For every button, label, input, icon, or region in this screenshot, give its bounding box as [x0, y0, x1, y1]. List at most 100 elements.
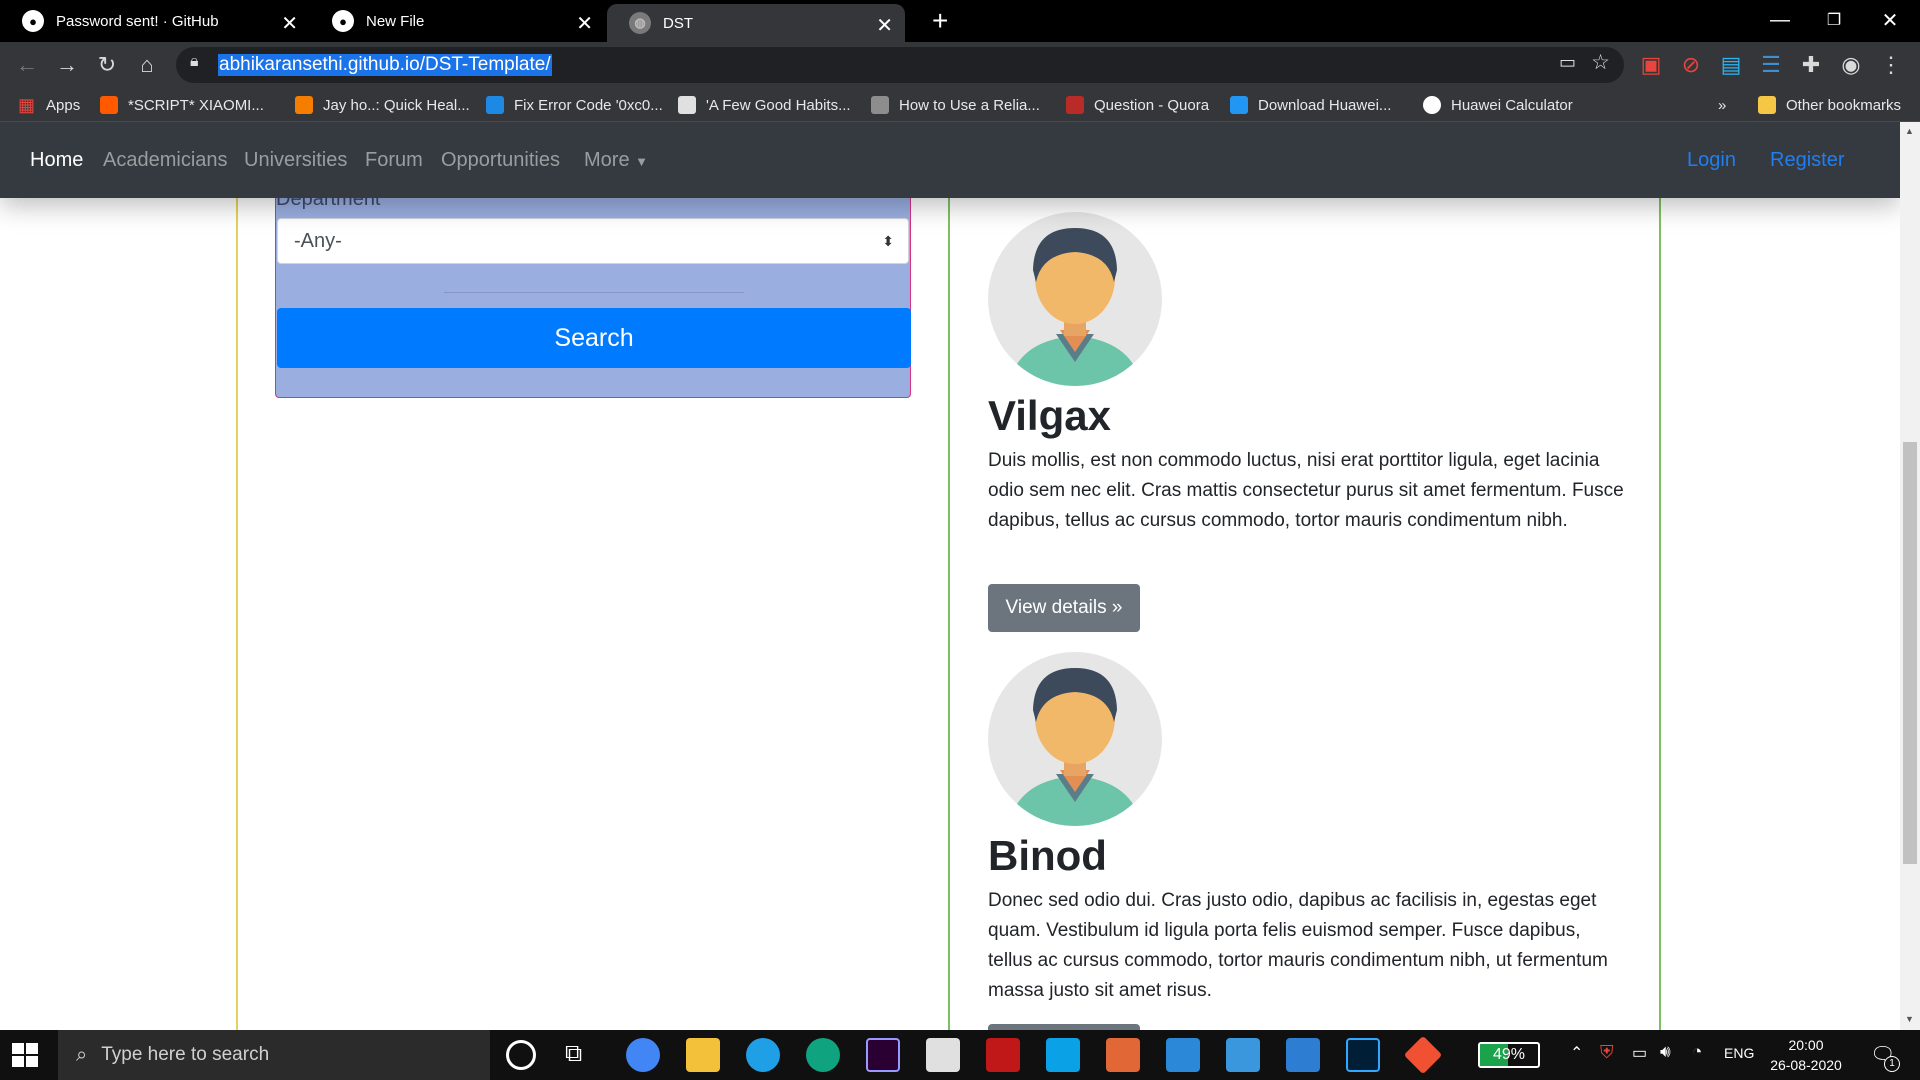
- avatar: [988, 212, 1162, 386]
- forward-icon[interactable]: →: [48, 42, 86, 88]
- nav-opportunities[interactable]: Opportunities: [441, 122, 560, 198]
- extension-translate-icon[interactable]: ▤: [1712, 42, 1750, 88]
- bookmark-item[interactable]: How to Use a Relia...: [871, 88, 1040, 122]
- chrome-icon[interactable]: [626, 1038, 660, 1072]
- person-name: Binod: [988, 832, 1107, 879]
- bookmark-favicon-icon: [100, 96, 118, 114]
- bookmark-item[interactable]: ▦ Apps: [18, 88, 80, 122]
- close-tab-icon[interactable]: ✕: [876, 13, 893, 38]
- edge-icon[interactable]: [746, 1038, 780, 1072]
- search-card: Department -Any- ⬍ Search: [275, 182, 911, 398]
- column-border: [948, 198, 950, 1030]
- scroll-down-icon[interactable]: ▼: [1905, 1014, 1914, 1024]
- battery-indicator[interactable]: 49%: [1478, 1042, 1540, 1068]
- scrollbar-thumb[interactable]: [1903, 442, 1917, 864]
- url-text[interactable]: abhikaransethi.github.io/DST-Template/: [218, 54, 552, 76]
- bookmark-item[interactable]: Huawei Calculator: [1423, 88, 1573, 122]
- browser-toolbar: ← → ↻ ⌂ 🔒︎ abhikaransethi.github.io/DST-…: [0, 42, 1920, 88]
- menu-dots-icon[interactable]: ⋮: [1872, 42, 1910, 88]
- bookmark-item[interactable]: Jay ho..: Quick Heal...: [295, 88, 470, 122]
- reload-icon[interactable]: ↻: [88, 42, 126, 88]
- browser-tab-active[interactable]: ◍ DST ✕: [607, 4, 905, 42]
- person-bio: Donec sed odio dui. Cras justo odio, dap…: [988, 890, 1608, 1001]
- bookmark-item[interactable]: Download Huawei...: [1230, 88, 1391, 122]
- address-bar[interactable]: 🔒︎ abhikaransethi.github.io/DST-Template…: [176, 47, 1624, 83]
- photoshop-icon[interactable]: [1346, 1038, 1380, 1072]
- bookmark-item[interactable]: *SCRIPT* XIAOMI...: [100, 88, 264, 122]
- bookmark-item[interactable]: Fix Error Code '0xc0...: [486, 88, 663, 122]
- language-indicator[interactable]: ENG: [1724, 1045, 1754, 1061]
- home-icon[interactable]: ⌂: [128, 42, 166, 88]
- minimize-icon[interactable]: —: [1752, 0, 1808, 40]
- bookmarks-bar: ▦ Apps *SCRIPT* XIAOMI... Jay ho..: Quick…: [0, 88, 1920, 122]
- cast-icon[interactable]: ▭: [1559, 52, 1576, 73]
- close-tab-icon[interactable]: ✕: [281, 11, 298, 36]
- bookmark-item[interactable]: Question - Quora: [1066, 88, 1209, 122]
- file-explorer-icon[interactable]: [686, 1038, 720, 1072]
- view-details-button[interactable]: View details »: [988, 584, 1140, 632]
- phone-icon[interactable]: [1226, 1038, 1260, 1072]
- new-tab-button[interactable]: +: [910, 0, 960, 42]
- notification-count-badge: 1: [1884, 1056, 1900, 1072]
- close-window-icon[interactable]: ✕: [1862, 0, 1918, 40]
- lock-icon: 🔒︎: [190, 53, 199, 70]
- column-border: [1659, 198, 1661, 1030]
- extension-pocket-icon[interactable]: ▣: [1632, 42, 1670, 88]
- globe-icon: ◍: [629, 12, 651, 34]
- matlab-icon[interactable]: [1106, 1038, 1140, 1072]
- nav-home[interactable]: Home: [30, 122, 83, 198]
- bookmarks-overflow-icon[interactable]: »: [1718, 88, 1726, 122]
- windows-start-icon[interactable]: [12, 1043, 38, 1067]
- browser-tab[interactable]: ● New File ✕: [310, 0, 605, 42]
- volume-icon[interactable]: 🔊︎: [1660, 1042, 1671, 1062]
- store-icon[interactable]: [926, 1038, 960, 1072]
- scroll-up-icon[interactable]: ▲: [1905, 126, 1914, 136]
- person-bio: Duis mollis, est non commodo luctus, nis…: [988, 450, 1624, 531]
- register-link[interactable]: Register: [1770, 122, 1844, 198]
- browser-tab-strip: ● Password sent! · GitHub ✕ ● New File ✕…: [0, 0, 1920, 42]
- nav-academicians[interactable]: Academicians: [103, 122, 228, 198]
- chatgpt-like-icon[interactable]: [806, 1038, 840, 1072]
- search-button[interactable]: Search: [277, 308, 911, 368]
- restore-icon[interactable]: ❐: [1806, 0, 1862, 40]
- extension-block-icon[interactable]: ⊘: [1672, 42, 1710, 88]
- github-icon: ●: [22, 10, 44, 32]
- page-scrollbar[interactable]: ▲ ▼: [1900, 122, 1920, 1030]
- mcafee-icon[interactable]: [986, 1038, 1020, 1072]
- cortana-icon[interactable]: [506, 1040, 536, 1070]
- l-app-icon[interactable]: [1046, 1038, 1080, 1072]
- person-avatar-icon: [1008, 668, 1142, 826]
- git-icon[interactable]: [1403, 1035, 1443, 1075]
- mail-icon[interactable]: [1166, 1038, 1200, 1072]
- extension-list-icon[interactable]: ☰: [1752, 42, 1790, 88]
- nav-forum[interactable]: Forum: [365, 122, 423, 198]
- folder-icon: [1758, 96, 1776, 114]
- bookmark-favicon-icon: [1230, 96, 1248, 114]
- other-bookmarks[interactable]: Other bookmarks: [1758, 88, 1901, 122]
- back-icon[interactable]: ←: [8, 42, 46, 88]
- department-select[interactable]: -Any- ⬍: [277, 218, 909, 264]
- nav-universities[interactable]: Universities: [244, 122, 347, 198]
- caret-down-icon: ▼: [635, 154, 649, 169]
- clock[interactable]: 20:00 26-08-2020: [1764, 1035, 1848, 1075]
- premiere-icon[interactable]: [866, 1038, 900, 1072]
- bookmark-item[interactable]: 'A Few Good Habits...: [678, 88, 851, 122]
- bookmark-star-icon[interactable]: ☆: [1591, 50, 1610, 75]
- profile-avatar[interactable]: ◉: [1832, 42, 1870, 88]
- browser-tab[interactable]: ● Password sent! · GitHub ✕: [0, 0, 310, 42]
- nav-more-dropdown[interactable]: More ▼: [584, 122, 648, 198]
- bookmark-favicon-icon: [871, 96, 889, 114]
- taskbar-search-input[interactable]: ⌕ Type here to search: [58, 1030, 490, 1080]
- show-hidden-icons-icon[interactable]: ⌃: [1570, 1043, 1583, 1063]
- extensions-puzzle-icon[interactable]: ✚: [1792, 42, 1830, 88]
- bookmark-favicon-icon: [1423, 96, 1441, 114]
- close-tab-icon[interactable]: ✕: [576, 11, 593, 36]
- search-icon: ⌕: [76, 1043, 88, 1066]
- task-view-icon[interactable]: ⧉: [565, 1040, 582, 1068]
- photos-icon[interactable]: [1286, 1038, 1320, 1072]
- bookmark-favicon-icon: [486, 96, 504, 114]
- wifi-icon[interactable]: ◔: [1692, 1042, 1702, 1062]
- battery-tray-icon[interactable]: ▭: [1632, 1043, 1647, 1063]
- mcafee-tray-icon[interactable]: ⛨: [1600, 1042, 1614, 1063]
- login-link[interactable]: Login: [1687, 122, 1736, 198]
